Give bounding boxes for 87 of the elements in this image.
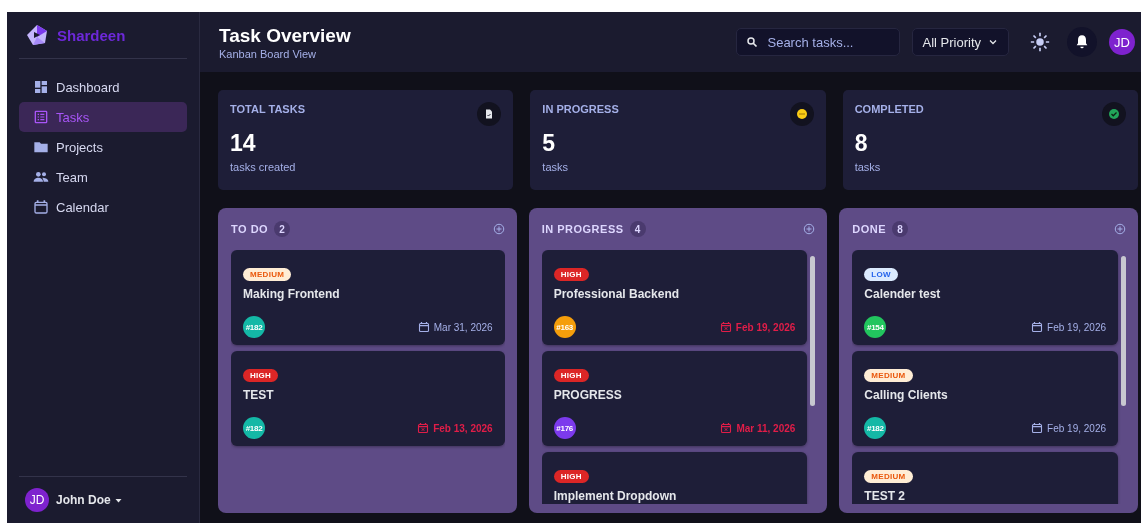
priority-tag: MEDIUM <box>864 369 913 382</box>
priority-tag: HIGH <box>553 470 589 483</box>
stat-value: 8 <box>854 130 869 157</box>
stat-label: IN PROGRESS <box>542 103 619 115</box>
list-icon <box>33 109 49 125</box>
user-avatar[interactable]: JD <box>25 488 49 512</box>
priority-tag: HIGH <box>243 369 279 382</box>
calendar-icon <box>1031 321 1044 333</box>
priority-dropdown[interactable]: All Priority <box>912 28 1009 56</box>
due-date: Feb 19, 2026 <box>1031 422 1106 434</box>
priority-tag: HIGH <box>553 369 589 382</box>
task-title: Implement Dropdown <box>553 489 678 503</box>
nav-item[interactable]: Team <box>19 162 187 192</box>
stat-value: 14 <box>230 130 257 157</box>
logo-icon <box>25 23 49 47</box>
calendar-icon <box>1031 422 1044 434</box>
due-date: Feb 19, 2026 <box>1031 321 1106 333</box>
task-id-badge: #182 <box>243 417 265 439</box>
count-badge: 8 <box>892 221 909 237</box>
task-id-badge: #182 <box>243 316 265 338</box>
nav-item[interactable]: Dashboard <box>19 72 187 102</box>
folder-icon <box>33 139 49 155</box>
check-circle-icon <box>1108 108 1120 120</box>
page-title: Task Overview <box>219 24 352 47</box>
task-id-badge: #163 <box>553 316 576 338</box>
task-title: PROGRESS <box>553 388 623 402</box>
plus-circle-icon <box>492 223 505 235</box>
stat-caption: tasks created <box>230 161 297 173</box>
task-card[interactable]: HIGH PROGRESS #176 Mar 11, 2026 <box>541 351 808 446</box>
count-badge: 2 <box>274 221 291 237</box>
notification-button[interactable] <box>1067 27 1097 57</box>
stat-label: COMPLETED <box>854 103 924 115</box>
task-title: Calender test <box>864 287 942 301</box>
priority-tag: MEDIUM <box>243 268 292 281</box>
calendar-x-icon <box>719 321 732 333</box>
add-button[interactable] <box>492 223 505 235</box>
column-title: TO DO <box>231 223 269 235</box>
due-date: Feb 19, 2026 <box>719 321 796 333</box>
dashboard-icon <box>33 79 49 95</box>
task-id-badge: #182 <box>864 417 887 439</box>
bell-icon <box>1074 34 1090 50</box>
nav-item[interactable]: Projects <box>19 132 187 162</box>
task-card[interactable]: HIGH TEST #182 Feb 13, 2026 <box>231 351 505 446</box>
stat-caption: tasks <box>854 161 882 173</box>
task-card[interactable]: LOW Calender test #154 Feb 19, 2026 <box>852 250 1118 345</box>
due-date: Feb 13, 2026 <box>417 422 493 434</box>
priority-tag: LOW <box>864 268 898 281</box>
plus-circle-icon <box>1114 223 1126 235</box>
task-title: TEST 2 <box>864 489 907 503</box>
task-title: Making Frontend <box>243 287 341 301</box>
dots-icon <box>795 108 808 120</box>
task-title: TEST <box>243 388 275 402</box>
nav-item[interactable]: Calendar <box>19 192 187 222</box>
task-card[interactable]: MEDIUM Calling Clients #182 Feb 19, 2026 <box>852 351 1118 446</box>
due-date: Mar 31, 2026 <box>417 321 493 333</box>
count-badge: 4 <box>629 221 646 237</box>
sun-icon <box>1030 32 1050 52</box>
column-title: IN PROGRESS <box>541 223 624 235</box>
task-id-badge: #176 <box>553 417 576 439</box>
calendar-icon <box>33 199 49 215</box>
plus-circle-icon <box>803 223 816 235</box>
page-subtitle: Kanban Board View <box>219 47 318 60</box>
brand-name: Shardeen <box>57 26 126 44</box>
add-button[interactable] <box>1114 223 1126 235</box>
stat-label: TOTAL TASKS <box>230 103 305 115</box>
task-card[interactable]: HIGH Professional Backend #163 Feb 19, 2026 <box>541 250 808 345</box>
task-card[interactable]: MEDIUM Making Frontend #182 Mar 31, 2026 <box>231 250 505 345</box>
task-title: Professional Backend <box>553 287 681 301</box>
people-icon <box>33 169 49 185</box>
stat-caption: tasks <box>542 161 569 173</box>
user-avatar[interactable]: JD <box>1109 29 1135 55</box>
task-title: Calling Clients <box>864 388 949 402</box>
task-card[interactable]: HIGH Implement Dropdown <box>541 452 808 504</box>
search-field[interactable]: Search tasks... <box>736 28 901 56</box>
due-date: Mar 11, 2026 <box>720 422 796 434</box>
column-title: DONE <box>852 223 887 235</box>
user-menu[interactable]: John Doe <box>56 493 123 507</box>
task-card[interactable]: MEDIUM TEST 2 <box>852 452 1118 504</box>
priority-tag: MEDIUM <box>864 470 913 483</box>
stat-value: 5 <box>542 130 557 157</box>
calendar-x-icon <box>417 422 430 434</box>
add-button[interactable] <box>803 223 816 235</box>
calendar-x-icon <box>720 422 733 434</box>
calendar-icon <box>417 321 430 333</box>
search-icon <box>746 36 759 48</box>
task-id-badge: #154 <box>864 316 887 338</box>
priority-tag: HIGH <box>553 268 589 281</box>
